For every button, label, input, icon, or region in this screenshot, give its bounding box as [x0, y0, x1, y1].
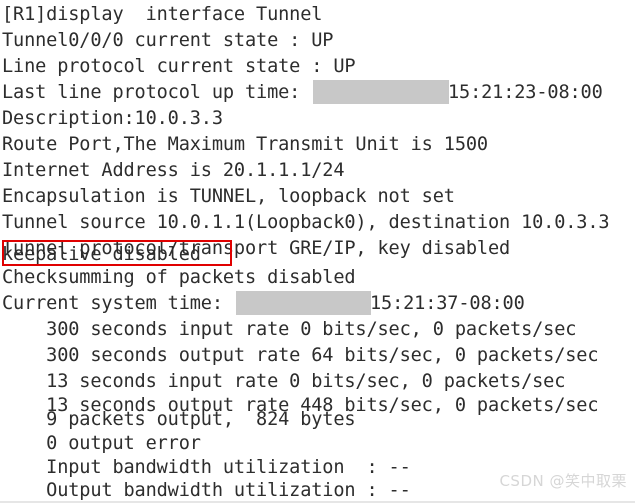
terminal-line-tunnel-state: Tunnel0/0/0 current state : UP	[2, 30, 334, 51]
terminal-line-packets-output: 9 packets output, 824 bytes	[2, 409, 356, 430]
terminal-line-output-error: 0 output error	[2, 433, 201, 454]
terminal-line-command: [R1]display interface Tunnel	[2, 4, 323, 25]
terminal-line-internet-address: Internet Address is 20.1.1.1/24	[2, 160, 345, 181]
terminal-line-13s-input-rate: 13 seconds input rate 0 bits/sec, 0 pack…	[2, 371, 566, 392]
terminal-line-last-up-time-value: 15:21:23-08:00	[448, 82, 603, 103]
terminal-line-checksumming: Checksumming of packets disabled	[2, 267, 356, 288]
terminal-line-tunnel-source-destination: Tunnel source 10.0.1.1(Loopback0), desti…	[2, 212, 610, 233]
terminal-line-output-bandwidth-utilization: Output bandwidth utilization : --	[2, 480, 411, 501]
csdn-watermark: CSDN @笑中取栗	[499, 472, 627, 490]
redaction-block-last-up-time	[313, 80, 449, 104]
terminal-line-current-system-time-value: 15:21:37-08:00	[370, 293, 525, 314]
terminal-line-300s-output-rate: 300 seconds output rate 64 bits/sec, 0 p…	[2, 345, 599, 366]
terminal-line-description: Description:10.0.3.3	[2, 108, 223, 129]
terminal-line-route-port-mtu: Route Port,The Maximum Transmit Unit is …	[2, 134, 488, 155]
terminal-line-last-up-time-label: Last line protocol up time:	[2, 82, 301, 103]
redaction-block-current-system-time	[236, 291, 371, 315]
terminal-output-pane: [R1]display interface Tunnel Tunnel0/0/0…	[0, 0, 635, 503]
terminal-line-current-system-time-label: Current system time:	[2, 293, 223, 314]
terminal-line-300s-input-rate: 300 seconds input rate 0 bits/sec, 0 pac…	[2, 319, 577, 340]
terminal-line-encapsulation: Encapsulation is TUNNEL, loopback not se…	[2, 186, 455, 207]
terminal-line-line-protocol-state: Line protocol current state : UP	[2, 56, 356, 77]
